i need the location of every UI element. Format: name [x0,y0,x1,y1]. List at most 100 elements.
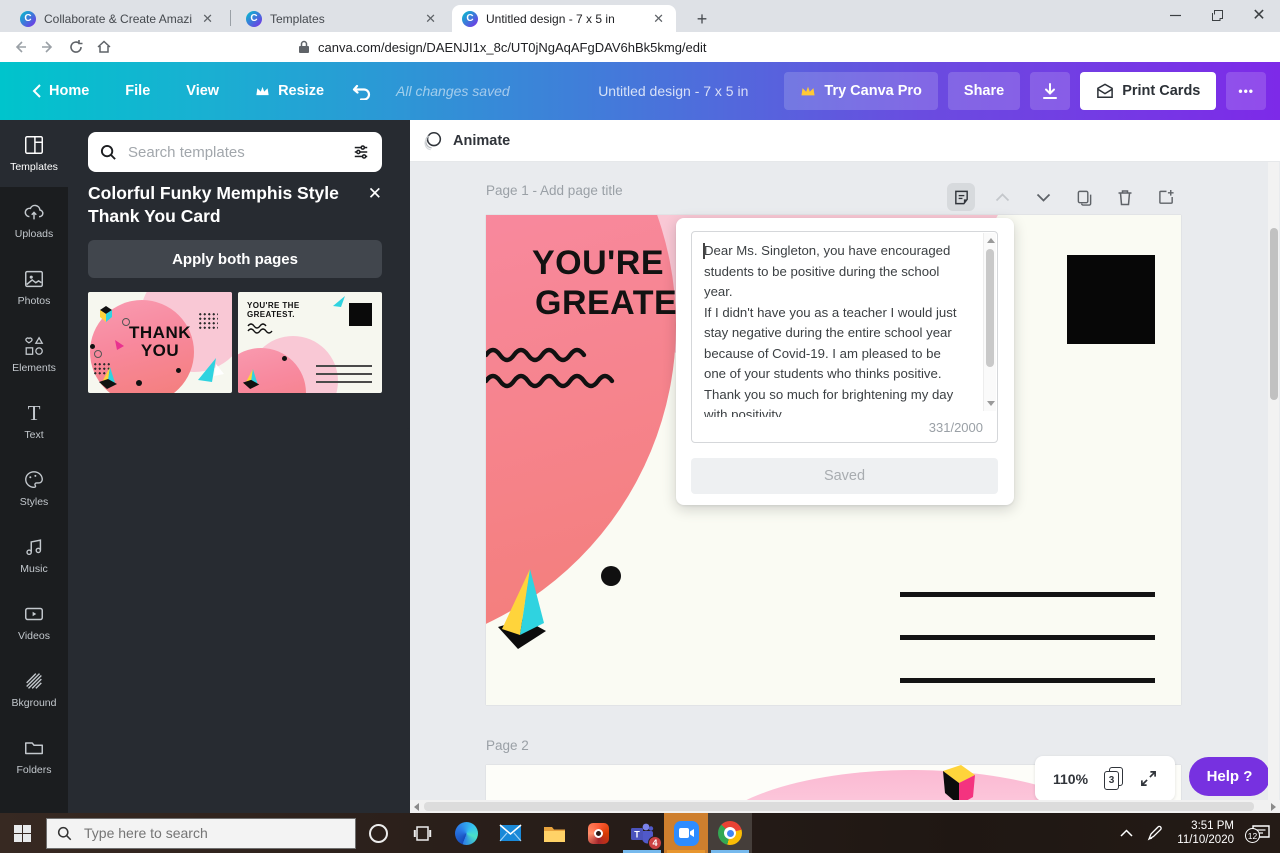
taskbar-search[interactable] [46,817,356,849]
undo-button[interactable] [342,82,382,100]
tab-close-icon[interactable]: ✕ [651,10,666,27]
duplicate-page-button[interactable] [1070,183,1098,211]
taskbar-zoom[interactable] [664,813,708,853]
template-thumb-thank-you[interactable]: THANK YOU [88,292,232,393]
scroll-thumb[interactable] [424,802,1254,811]
page-notes-popup: Dear Ms. Singleton, you have encouraged … [676,218,1014,505]
browser-tab-active[interactable]: C Untitled design - 7 x 5 in ✕ [452,5,676,32]
move-page-down-button[interactable] [1029,183,1057,211]
forward-icon[interactable] [34,33,62,61]
home-icon[interactable] [90,33,118,61]
fullscreen-icon[interactable] [1140,770,1157,787]
sidebar-item-styles[interactable]: Styles [0,455,68,522]
time: 3:51 PM [1191,820,1234,832]
taskbar-clock[interactable]: 3:51 PM 11/10/2020 [1177,819,1234,847]
window-maximize-button[interactable] [1196,0,1238,30]
search-input[interactable] [126,142,343,162]
zoom-level[interactable]: 110% [1053,771,1088,787]
task-view-button[interactable] [400,813,444,853]
canva-favicon: C [246,10,262,27]
teams-notification-badge: 4 [648,836,662,850]
filter-sliders-icon[interactable] [352,144,370,160]
taskbar-explorer[interactable] [532,813,576,853]
share-button[interactable]: Share [947,72,1021,110]
file-menu[interactable]: File [107,83,168,99]
scroll-thumb[interactable] [1269,228,1278,400]
view-menu[interactable]: View [168,83,237,99]
scroll-thumb[interactable] [986,249,994,367]
try-canva-pro-button[interactable]: Try Canva Pro [784,72,938,110]
taskbar-office[interactable] [576,813,620,853]
svg-text:T: T [634,830,640,840]
scroll-right-icon[interactable] [1271,803,1276,811]
sidebar-item-photos[interactable]: Photos [0,254,68,321]
office-icon [587,822,609,844]
pen-icon[interactable] [1147,825,1163,841]
sidebar-item-music[interactable]: Music [0,522,68,589]
action-center-button[interactable]: 12 [1245,825,1270,843]
page-notes-button[interactable] [947,183,975,211]
envelope-icon [1097,83,1114,98]
tab-close-icon[interactable]: ✕ [200,10,215,27]
reload-icon[interactable] [62,33,90,61]
sidebar-item-background[interactable]: Bkground [0,656,68,723]
browser-tab-2[interactable]: C Templates ✕ [236,5,448,32]
taskbar-mail[interactable] [488,813,532,853]
cortana-button[interactable] [356,813,400,853]
download-button[interactable] [1030,72,1071,110]
new-tab-button[interactable]: + [690,7,714,31]
template-search[interactable] [88,132,382,172]
sidebar-item-folders[interactable]: Folders [0,723,68,790]
omnibox[interactable]: canva.com/design/DAENJI1x_8c/UT0jNgAqAFg… [298,40,707,55]
close-icon[interactable]: ✕ [368,184,382,204]
sidebar-item-uploads[interactable]: Uploads [0,187,68,254]
browser-tab-1[interactable]: C Collaborate & Create Amazing G ✕ [10,5,225,32]
canvas-horizontal-scrollbar[interactable] [410,800,1280,813]
window-close-button[interactable]: ✕ [1238,0,1280,30]
stamp-square[interactable] [1067,255,1155,344]
start-button[interactable] [0,813,44,853]
mail-icon [498,824,522,842]
animate-button[interactable]: Animate [453,133,510,149]
canva-header: Home File View Resize All changes saved … [0,62,1280,120]
taskbar-teams[interactable]: T 4 [620,813,664,853]
header-more-button[interactable]: ••• [1226,72,1266,110]
sidebar-item-elements[interactable]: Elements [0,321,68,388]
scroll-down-icon[interactable] [987,401,995,406]
help-button[interactable]: Help ? [1189,757,1270,796]
saved-button[interactable]: Saved [691,458,998,494]
notes-textarea[interactable]: Dear Ms. Singleton, you have encouraged … [691,231,998,443]
sidebar: Templates Uploads Photos Elements T Text… [0,120,68,813]
sidebar-item-videos[interactable]: Videos [0,589,68,656]
url-text: canva.com/design/DAENJI1x_8c/UT0jNgAqAFg… [318,39,707,55]
taskbar-search-input[interactable] [82,824,312,842]
taskbar-chrome[interactable] [708,813,752,853]
window-minimize-button[interactable] [1154,0,1196,30]
scroll-up-icon[interactable] [987,238,995,243]
taskbar-edge[interactable] [444,813,488,853]
crown-icon [256,86,269,96]
sidebar-item-text[interactable]: T Text [0,388,68,455]
deco-dot [601,566,621,586]
delete-page-button[interactable] [1111,183,1139,211]
doc-title[interactable]: Untitled design - 7 x 5 in [598,83,748,99]
sidebar-item-templates[interactable]: Templates [0,120,68,187]
apply-both-pages-button[interactable]: Apply both pages [88,240,382,278]
canvas-vertical-scrollbar[interactable] [1268,162,1279,800]
notes-scrollbar[interactable] [983,233,996,411]
page2-title[interactable]: Page 2 [486,738,529,753]
home-button[interactable]: Home [14,83,107,99]
squiggle-lines [486,347,615,389]
page-count-button[interactable]: 3 [1104,766,1124,791]
add-page-button[interactable] [1152,183,1180,211]
tray-expand-icon[interactable] [1120,829,1133,837]
back-icon[interactable] [6,33,34,61]
tab-close-icon[interactable]: ✕ [423,10,438,27]
scroll-left-icon[interactable] [414,803,419,811]
move-page-up-button[interactable] [988,183,1016,211]
template-thumb-greatest[interactable]: YOU'RE THE GREATEST. [238,292,382,393]
resize-button[interactable]: Resize [237,83,342,99]
print-cards-button[interactable]: Print Cards [1080,72,1217,110]
page1-title[interactable]: Page 1 - Add page title [486,183,623,198]
editor-toolbar: Animate [410,120,1280,162]
